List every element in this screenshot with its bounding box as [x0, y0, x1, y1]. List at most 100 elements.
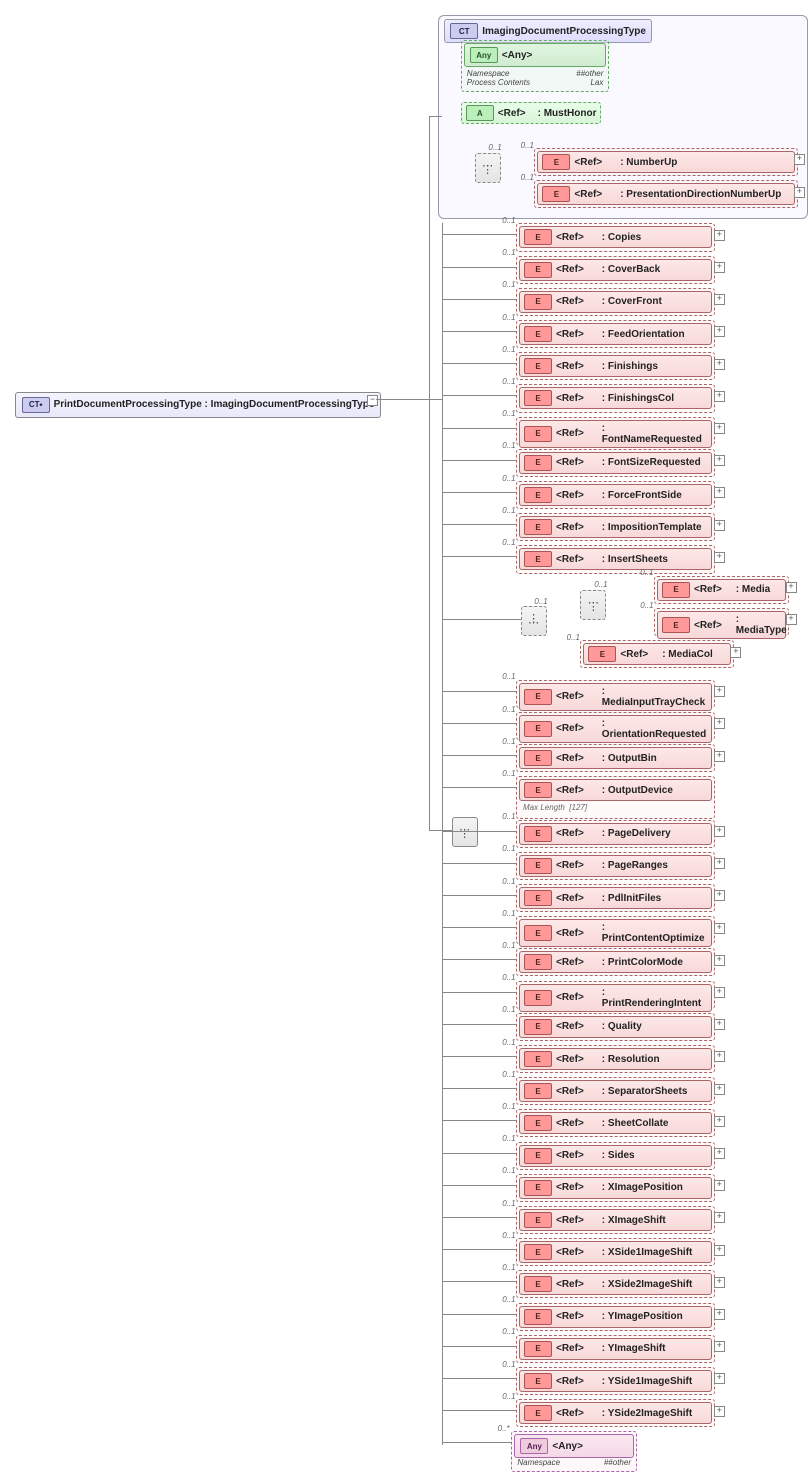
sequence-compositor[interactable]: ⋯⋮: [475, 153, 501, 183]
expand-icon[interactable]: +: [714, 423, 725, 434]
element-ref[interactable]: E<Ref>: Finishings: [519, 355, 712, 377]
expand-icon[interactable]: +: [714, 359, 725, 370]
connector-line: [442, 1442, 511, 1443]
element-ref[interactable]: E<Ref>: SeparatorSheets: [519, 1080, 712, 1102]
element-ref[interactable]: E<Ref>: XImageShift: [519, 1209, 712, 1231]
expand-icon[interactable]: +: [714, 1373, 725, 1384]
element-ref[interactable]: E<Ref>: YSide2ImageShift: [519, 1402, 712, 1424]
expand-icon[interactable]: +: [714, 1116, 725, 1127]
element-ref[interactable]: E<Ref>: PresentationDirectionNumberUp: [537, 183, 795, 205]
expand-icon[interactable]: +: [730, 647, 741, 658]
element-ref[interactable]: E<Ref>: MediaCol: [583, 643, 730, 665]
expand-icon[interactable]: +: [714, 1051, 725, 1062]
element-ref[interactable]: E<Ref>: FontSizeRequested: [519, 452, 712, 474]
expand-icon[interactable]: +: [794, 154, 805, 165]
expand-icon[interactable]: +: [714, 294, 725, 305]
element-ref[interactable]: E<Ref>: OrientationRequested: [519, 715, 712, 743]
element-ref[interactable]: E<Ref>: OutputDevice: [519, 779, 712, 801]
element-ref[interactable]: E<Ref>: ImpositionTemplate: [519, 516, 712, 538]
choice-compositor[interactable]: ⋮⋯: [521, 606, 547, 636]
connector-line: [442, 1378, 516, 1379]
element-ref[interactable]: E<Ref>: FontNameRequested: [519, 420, 712, 448]
expand-icon[interactable]: +: [714, 826, 725, 837]
expand-icon[interactable]: +: [714, 230, 725, 241]
expand-icon[interactable]: +: [714, 1180, 725, 1191]
element-ref-wrap: E<Ref>: PrintColorMode: [516, 948, 715, 976]
expand-icon[interactable]: +: [714, 455, 725, 466]
sequence-compositor[interactable]: ⋯⋮: [452, 817, 478, 847]
expand-icon[interactable]: +: [714, 718, 725, 729]
element-ref[interactable]: E<Ref>: CoverFront: [519, 291, 712, 313]
element-ref[interactable]: E<Ref>: ForceFrontSide: [519, 484, 712, 506]
element-ref[interactable]: E<Ref>: XImagePosition: [519, 1177, 712, 1199]
expand-icon[interactable]: +: [714, 1406, 725, 1417]
element-ref[interactable]: E<Ref>: MediaType: [657, 611, 786, 639]
element-ref[interactable]: E<Ref>: PrintRenderingIntent: [519, 984, 712, 1012]
element-ref[interactable]: E<Ref>: Sides: [519, 1145, 712, 1167]
element-ref[interactable]: E<Ref>: PdlInitFiles: [519, 887, 712, 909]
expand-icon[interactable]: +: [714, 520, 725, 531]
root-type[interactable]: CT⬩PrintDocumentProcessingType : Imaging…: [15, 392, 382, 418]
element-badge: E: [524, 1373, 552, 1389]
any-wildcard-group: Any<Any>Namespace##otherProcess Contents…: [461, 40, 610, 92]
expand-icon[interactable]: +: [714, 1212, 725, 1223]
element-ref[interactable]: E<Ref>: PageRanges: [519, 855, 712, 877]
element-ref[interactable]: E<Ref>: YImagePosition: [519, 1306, 712, 1328]
sequence-compositor[interactable]: ⋯⋮: [580, 590, 606, 620]
element-ref[interactable]: E<Ref>: Copies: [519, 226, 712, 248]
expand-icon[interactable]: +: [714, 552, 725, 563]
element-ref[interactable]: E<Ref>: PrintColorMode: [519, 951, 712, 973]
cardinality-label: 0..1: [502, 538, 515, 547]
expand-icon[interactable]: +: [786, 614, 797, 625]
any-wildcard[interactable]: Any<Any>: [514, 1434, 634, 1458]
element-ref[interactable]: E<Ref>: CoverBack: [519, 259, 712, 281]
element-ref[interactable]: E<Ref>: FinishingsCol: [519, 387, 712, 409]
element-ref[interactable]: E<Ref>: XSide1ImageShift: [519, 1241, 712, 1263]
expand-icon[interactable]: +: [714, 1245, 725, 1256]
expand-icon[interactable]: +: [714, 890, 725, 901]
element-ref[interactable]: E<Ref>: OutputBin: [519, 747, 712, 769]
element-ref[interactable]: E<Ref>: MediaInputTrayCheck: [519, 683, 712, 711]
element-ref[interactable]: E<Ref>: XSide2ImageShift: [519, 1273, 712, 1295]
expand-icon[interactable]: +: [714, 1084, 725, 1095]
expand-icon[interactable]: +: [786, 582, 797, 593]
expand-icon[interactable]: +: [714, 326, 725, 337]
expand-icon[interactable]: +: [714, 1309, 725, 1320]
expand-icon[interactable]: +: [714, 751, 725, 762]
expand-icon[interactable]: +: [714, 858, 725, 869]
element-ref[interactable]: E<Ref>: YSide1ImageShift: [519, 1370, 712, 1392]
expand-icon[interactable]: +: [794, 187, 805, 198]
element-ref[interactable]: E<Ref>: Media: [657, 579, 786, 601]
element-ref[interactable]: E<Ref>: InsertSheets: [519, 548, 712, 570]
element-ref[interactable]: E<Ref>: PageDelivery: [519, 823, 712, 845]
expand-icon[interactable]: +: [714, 1019, 725, 1030]
expand-icon[interactable]: +: [714, 1148, 725, 1159]
element-ref[interactable]: E<Ref>: FeedOrientation: [519, 323, 712, 345]
cardinality-label: 0..1: [521, 141, 534, 150]
any-wildcard[interactable]: Any<Any>: [464, 43, 607, 67]
element-ref[interactable]: E<Ref>: NumberUp: [537, 151, 795, 173]
expand-icon[interactable]: +: [714, 1277, 725, 1288]
expand-icon[interactable]: +: [714, 1341, 725, 1352]
element-ref-wrap: E<Ref>: OutputBin: [516, 744, 715, 772]
collapse-icon[interactable]: −: [367, 395, 378, 406]
element-ref[interactable]: E<Ref>: SheetCollate: [519, 1112, 712, 1134]
expand-icon[interactable]: +: [714, 487, 725, 498]
cardinality-label: 0..1: [502, 1392, 515, 1401]
connector-line: [442, 395, 516, 396]
attribute-musthonor[interactable]: A<Ref>: MustHonor: [461, 102, 602, 124]
cardinality-label: 0..1: [502, 1199, 515, 1208]
element-ref-wrap: E<Ref>: YSide2ImageShift: [516, 1399, 715, 1427]
expand-icon[interactable]: +: [714, 955, 725, 966]
expand-icon[interactable]: +: [714, 391, 725, 402]
cardinality-label: 0..1: [502, 248, 515, 257]
expand-icon[interactable]: +: [714, 686, 725, 697]
element-ref[interactable]: E<Ref>: Resolution: [519, 1048, 712, 1070]
element-badge: E: [524, 294, 552, 310]
expand-icon[interactable]: +: [714, 923, 725, 934]
element-ref[interactable]: E<Ref>: Quality: [519, 1016, 712, 1038]
expand-icon[interactable]: +: [714, 262, 725, 273]
element-ref[interactable]: E<Ref>: PrintContentOptimize: [519, 919, 712, 947]
expand-icon[interactable]: +: [714, 987, 725, 998]
element-ref[interactable]: E<Ref>: YImageShift: [519, 1338, 712, 1360]
